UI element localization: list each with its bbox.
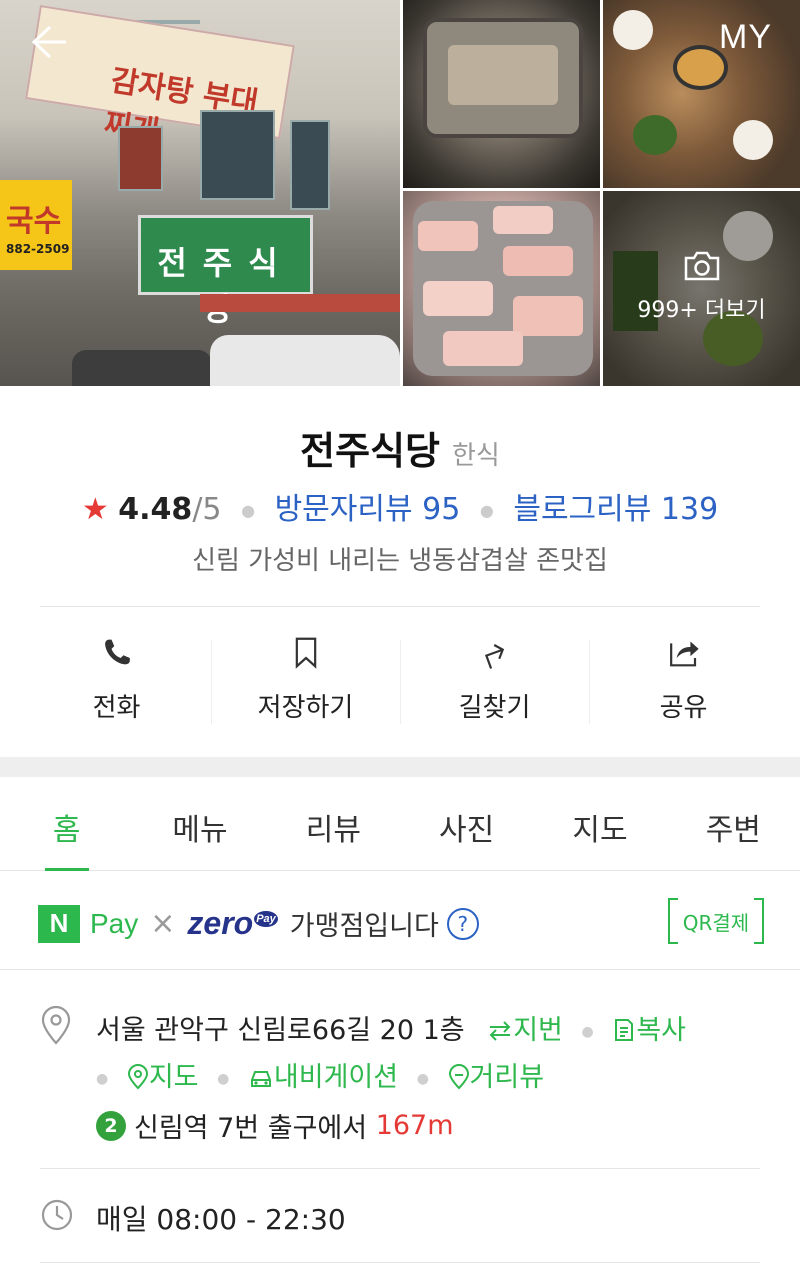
share-button[interactable]: 공유 [589,636,778,724]
naver-pay-logo: N [38,904,80,943]
bookmark-icon [295,637,316,669]
address-row: 서울 관악구 신림로66길 20 1층 지번 ● 복사 [96,1008,686,1047]
directions-icon [484,644,504,669]
distance: 167m [375,1110,454,1141]
action-bar: 전화 저장하기 길찾기 공유 [22,636,778,724]
call-button[interactable]: 전화 [22,636,211,724]
blog-reviews-link[interactable]: 블로그리뷰 139 [513,492,718,527]
subway-info: 2 신림역 7번 출구에서 167m [96,1106,454,1145]
green-sign: 전주식당 [138,215,313,328]
separator-dot: ● [416,1070,429,1087]
payment-banner: N Pay × zero Pay 가맹점입니다 ? QR결제 [0,872,800,970]
yellow-sign: 국수 882-2509 [0,180,72,270]
meat [448,45,558,105]
building-window [290,120,330,210]
subway-line-badge: 2 [96,1110,126,1141]
tab-home[interactable]: 홈 [0,777,133,870]
address-links-row: ● 지도 ● 내비게이션 ● 거리뷰 [96,1055,544,1094]
rating-score: 4.48 [118,492,193,527]
tab-menu[interactable]: 메뉴 [133,777,266,870]
naver-pay-label: Pay [90,907,139,939]
separator-dot: ● [241,501,256,520]
location-pin-icon [41,1005,71,1045]
address-text: 서울 관악구 신림로66길 20 1층 [96,1015,465,1046]
navigation-link[interactable]: 내비게이션 [248,1062,407,1093]
clock-icon [41,1199,73,1231]
map-link[interactable]: 지도 [127,1062,207,1093]
camera-icon [684,251,719,280]
street-view-icon [448,1064,469,1090]
rating-row: ★ 4.48/5 ● 방문자리뷰 95 ● 블로그리뷰 139 [0,484,800,528]
separator-dot: ● [581,1023,594,1040]
map-pin-icon [127,1064,148,1090]
dish [613,10,653,50]
meat [443,331,523,366]
awning [200,294,400,312]
help-icon[interactable]: ? [446,907,479,940]
meat [418,221,478,251]
arrow-left-icon [31,25,66,59]
meat [423,281,493,316]
swap-icon [489,1021,511,1041]
car [210,335,400,386]
separator-dot: ● [217,1070,230,1087]
save-button[interactable]: 저장하기 [211,636,400,724]
separator-dot: ● [96,1070,109,1087]
meat [513,296,583,336]
street-view-link[interactable]: 거리뷰 [448,1062,544,1093]
share-label: 공유 [659,693,708,723]
place-title: 전주식당 한식 [0,420,800,475]
directions-button[interactable]: 길찾기 [400,636,589,724]
business-hours: 매일 08:00 - 22:30 [96,1203,346,1236]
divider [40,1168,760,1169]
zero-pay-logo: zero Pay [187,905,278,941]
place-description: 신림 가성비 내리는 냉동삼겹살 존맛집 [192,546,608,576]
more-photos-button[interactable]: 999+ 더보기 [603,191,800,386]
qr-pay-button[interactable]: QR결제 [668,898,764,944]
exit-text: 7번 출구에서 [217,1113,368,1144]
tab-reviews[interactable]: 리뷰 [267,777,400,870]
place-category: 한식 [452,441,500,471]
tab-nearby[interactable]: 주변 [667,777,800,870]
share-icon [669,641,699,667]
section-gap [0,757,800,777]
grill-photo[interactable] [403,0,600,188]
divider [40,606,760,607]
save-label: 저장하기 [257,693,354,723]
merchant-message: 가맹점입니다 [289,911,439,942]
meat [493,206,553,234]
separator-dot: ● [479,501,494,520]
directions-label: 길찾기 [458,693,531,723]
npay-zero-notice: N Pay × zero Pay 가맹점입니다 ? [38,904,479,943]
divider [40,1262,760,1263]
phone-icon [104,639,130,665]
my-button[interactable]: MY [719,18,772,57]
poster [118,126,163,191]
jibun-button[interactable]: 지번 [487,1015,571,1046]
times-sign: × [150,906,176,941]
dish [733,120,773,160]
back-button[interactable] [28,22,68,62]
star-icon: ★ [81,492,109,527]
copy-icon [615,1019,634,1041]
tab-photos[interactable]: 사진 [400,777,533,870]
car [72,350,212,386]
pork-belly-photo[interactable] [403,191,600,386]
tab-map[interactable]: 지도 [533,777,666,870]
place-name: 전주식당 [300,429,440,473]
meat [503,246,573,276]
station-name: 신림역 [134,1113,209,1144]
car-icon [250,1071,271,1087]
call-label: 전화 [92,693,141,723]
more-photos-label: 999+ 더보기 [637,297,766,323]
visitor-reviews-link[interactable]: 방문자리뷰 95 [275,492,461,527]
photo-gallery[interactable]: 감자탕 부대찌개 국수 882-2509 전주식당 [0,0,800,386]
copy-button[interactable]: 복사 [612,1015,686,1046]
building-window [200,110,275,200]
rating-max: /5 [192,492,222,527]
dish [633,115,677,155]
tab-bar: 홈 메뉴 리뷰 사진 지도 주변 [0,777,800,871]
